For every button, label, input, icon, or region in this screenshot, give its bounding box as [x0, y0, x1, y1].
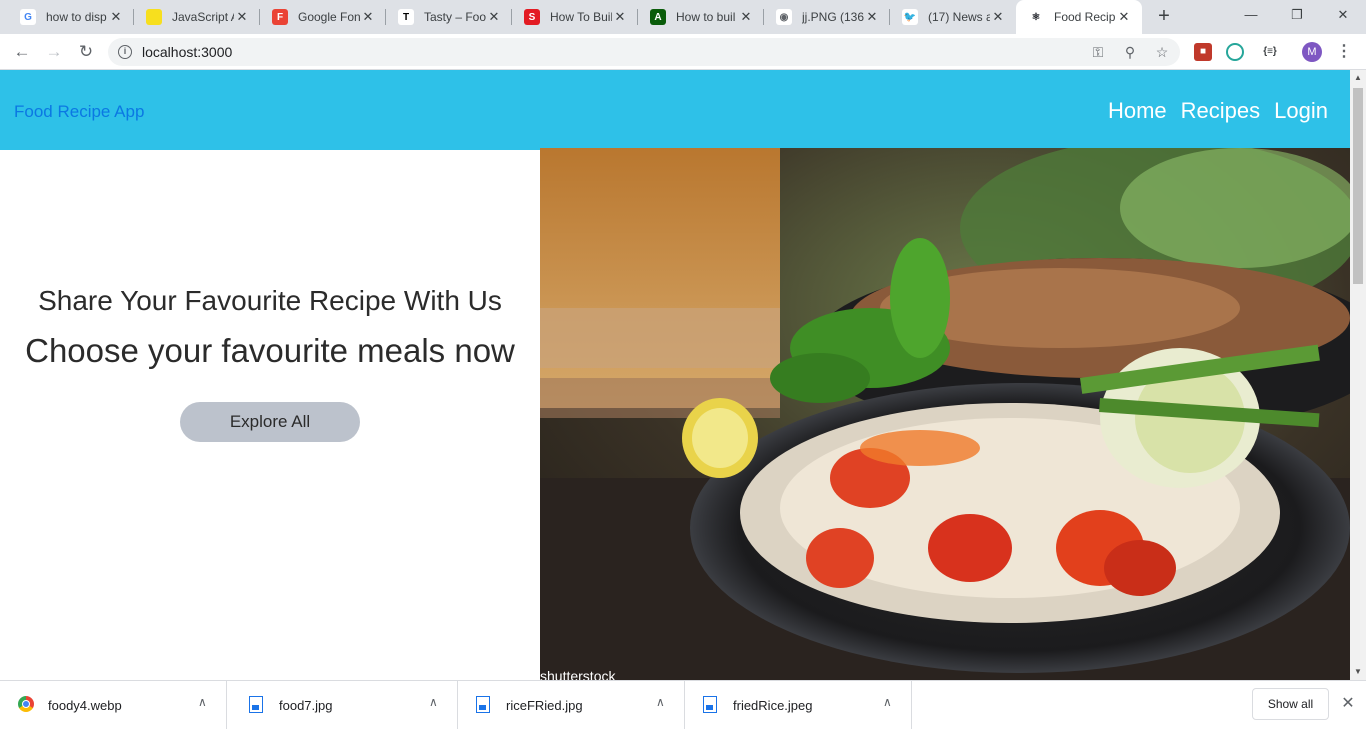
- page-scrollbar[interactable]: ▲ ▼: [1350, 70, 1366, 680]
- brand-logo[interactable]: Food Recipe App: [14, 102, 144, 122]
- browser-tab[interactable]: F Google Fon ✕: [260, 0, 386, 34]
- browser-tab[interactable]: S How To Buil ✕: [512, 0, 638, 34]
- download-item[interactable]: riceFRied.jpg ∧: [458, 681, 685, 729]
- key-icon[interactable]: ⚿: [1088, 42, 1108, 62]
- tab-title: Tasty – Foo: [424, 10, 486, 24]
- site-navbar: Food Recipe App Home Recipes Login: [0, 70, 1350, 150]
- reload-icon[interactable]: ↻: [74, 40, 98, 64]
- browser-tab[interactable]: JavaScript A ✕: [134, 0, 260, 34]
- browser-tab[interactable]: T Tasty – Foo ✕: [386, 0, 512, 34]
- download-shelf: foody4.webp ∧ food7.jpg ∧ riceFRied.jpg ∧ frie…: [0, 680, 1366, 729]
- image-file-icon: [476, 696, 490, 713]
- food-photo-illustration: [540, 148, 1350, 680]
- scroll-down-icon[interactable]: ▼: [1350, 664, 1366, 680]
- download-item[interactable]: foody4.webp ∧: [0, 681, 227, 729]
- json-extension-icon[interactable]: {≡}: [1258, 43, 1282, 61]
- chevron-up-icon[interactable]: ∧: [656, 695, 665, 709]
- nav-home-link[interactable]: Home: [1108, 98, 1167, 124]
- image-file-icon: [703, 696, 717, 713]
- browser-tab[interactable]: A How to buil ✕: [638, 0, 764, 34]
- nav-login-link[interactable]: Login: [1274, 98, 1328, 124]
- browser-tab[interactable]: ⚛ Food Recip ✕: [1016, 0, 1142, 34]
- tab-title: Google Fon: [298, 10, 360, 24]
- download-filename: foody4.webp: [48, 698, 122, 713]
- site-info-icon[interactable]: i: [118, 45, 132, 59]
- profile-avatar[interactable]: M: [1302, 42, 1322, 62]
- javascript-icon: [146, 9, 162, 25]
- scotch-icon: S: [524, 9, 540, 25]
- google-icon: G: [20, 9, 36, 25]
- tasty-icon: T: [398, 9, 414, 25]
- tab-title: how to disp: [46, 10, 107, 24]
- tab-title: JavaScript A: [172, 10, 234, 24]
- star-icon[interactable]: ☆: [1152, 42, 1172, 62]
- explore-all-button[interactable]: Explore All: [180, 402, 360, 442]
- close-shelf-icon[interactable]: ✕: [1338, 694, 1358, 714]
- extension-red-icon[interactable]: ■: [1194, 43, 1212, 61]
- maximize-icon[interactable]: ❐: [1274, 0, 1320, 30]
- nav-links: Home Recipes Login: [1108, 98, 1328, 124]
- download-filename: friedRice.jpeg: [733, 698, 813, 713]
- new-tab-button[interactable]: +: [1152, 5, 1176, 29]
- tab-title: How To Buil: [550, 10, 612, 24]
- url-text[interactable]: localhost:3000: [142, 44, 232, 60]
- chrome-icon: [18, 696, 34, 712]
- scroll-up-icon[interactable]: ▲: [1350, 70, 1366, 86]
- chevron-up-icon[interactable]: ∧: [883, 695, 892, 709]
- tab-title: Food Recip: [1054, 10, 1116, 24]
- twitter-icon: 🐦: [902, 9, 918, 25]
- close-window-icon[interactable]: ✕: [1320, 0, 1366, 30]
- hero-text-panel: Share Your Favourite Recipe With Us Choo…: [0, 150, 540, 680]
- tab-title: (17) News a: [928, 10, 990, 24]
- tab-close-icon[interactable]: ✕: [738, 9, 754, 25]
- download-item[interactable]: food7.jpg ∧: [231, 681, 458, 729]
- tab-close-icon[interactable]: ✕: [486, 9, 502, 25]
- watermark-text: shutterstock: [540, 668, 616, 680]
- tab-title: jj.PNG (136: [802, 10, 864, 24]
- chevron-up-icon[interactable]: ∧: [429, 695, 438, 709]
- hero-subtitle: Share Your Favourite Recipe With Us: [38, 285, 502, 316]
- show-all-downloads-button[interactable]: Show all: [1252, 688, 1329, 720]
- download-item[interactable]: friedRice.jpeg ∧: [685, 681, 912, 729]
- back-arrow-icon[interactable]: ←: [10, 40, 34, 64]
- tab-title: How to buil: [676, 10, 736, 24]
- tab-close-icon[interactable]: ✕: [864, 9, 880, 25]
- download-filename: food7.jpg: [279, 698, 333, 713]
- extension-teal-icon[interactable]: [1226, 43, 1244, 61]
- zoom-icon[interactable]: ⚲: [1120, 42, 1140, 62]
- tab-strip: Ghow to disp ✕ JavaScript A ✕ F Google Fon ✕ T T…: [0, 0, 1366, 34]
- forward-arrow-icon[interactable]: →: [42, 40, 66, 64]
- codepen-icon: A: [650, 9, 666, 25]
- browser-tab[interactable]: Ghow to disp ✕: [8, 0, 134, 34]
- chevron-up-icon[interactable]: ∧: [198, 695, 207, 709]
- browser-tab[interactable]: 🐦 (17) News a ✕: [890, 0, 1016, 34]
- browser-tab[interactable]: ◉ jj.PNG (136 ✕: [764, 0, 890, 34]
- page-viewport: Food Recipe App Home Recipes Login Share…: [0, 70, 1350, 680]
- image-file-icon: [249, 696, 263, 713]
- tab-close-icon[interactable]: ✕: [108, 9, 124, 25]
- scrollbar-thumb[interactable]: [1353, 88, 1363, 284]
- tab-close-icon[interactable]: ✕: [360, 9, 376, 25]
- tab-close-icon[interactable]: ✕: [234, 9, 250, 25]
- nav-recipes-link[interactable]: Recipes: [1181, 98, 1260, 124]
- download-filename: riceFRied.jpg: [506, 698, 583, 713]
- tab-close-icon[interactable]: ✕: [612, 9, 628, 25]
- menu-icon[interactable]: ⋮: [1334, 41, 1354, 63]
- tab-close-icon[interactable]: ✕: [1116, 9, 1132, 25]
- google-fonts-icon: F: [272, 9, 288, 25]
- address-bar[interactable]: i localhost:3000 ⚿ ⚲ ☆: [108, 38, 1180, 66]
- browser-toolbar: ← → ↻ i localhost:3000 ⚿ ⚲ ☆ ■ {≡} M ⋮: [0, 34, 1366, 70]
- hero-food-image: shutterstock: [540, 148, 1350, 680]
- hero-title: Choose your favourite meals now: [25, 332, 515, 369]
- minimize-icon[interactable]: —: [1228, 0, 1274, 30]
- globe-icon: ◉: [776, 9, 792, 25]
- react-icon: ⚛: [1028, 9, 1044, 25]
- tab-close-icon[interactable]: ✕: [990, 9, 1006, 25]
